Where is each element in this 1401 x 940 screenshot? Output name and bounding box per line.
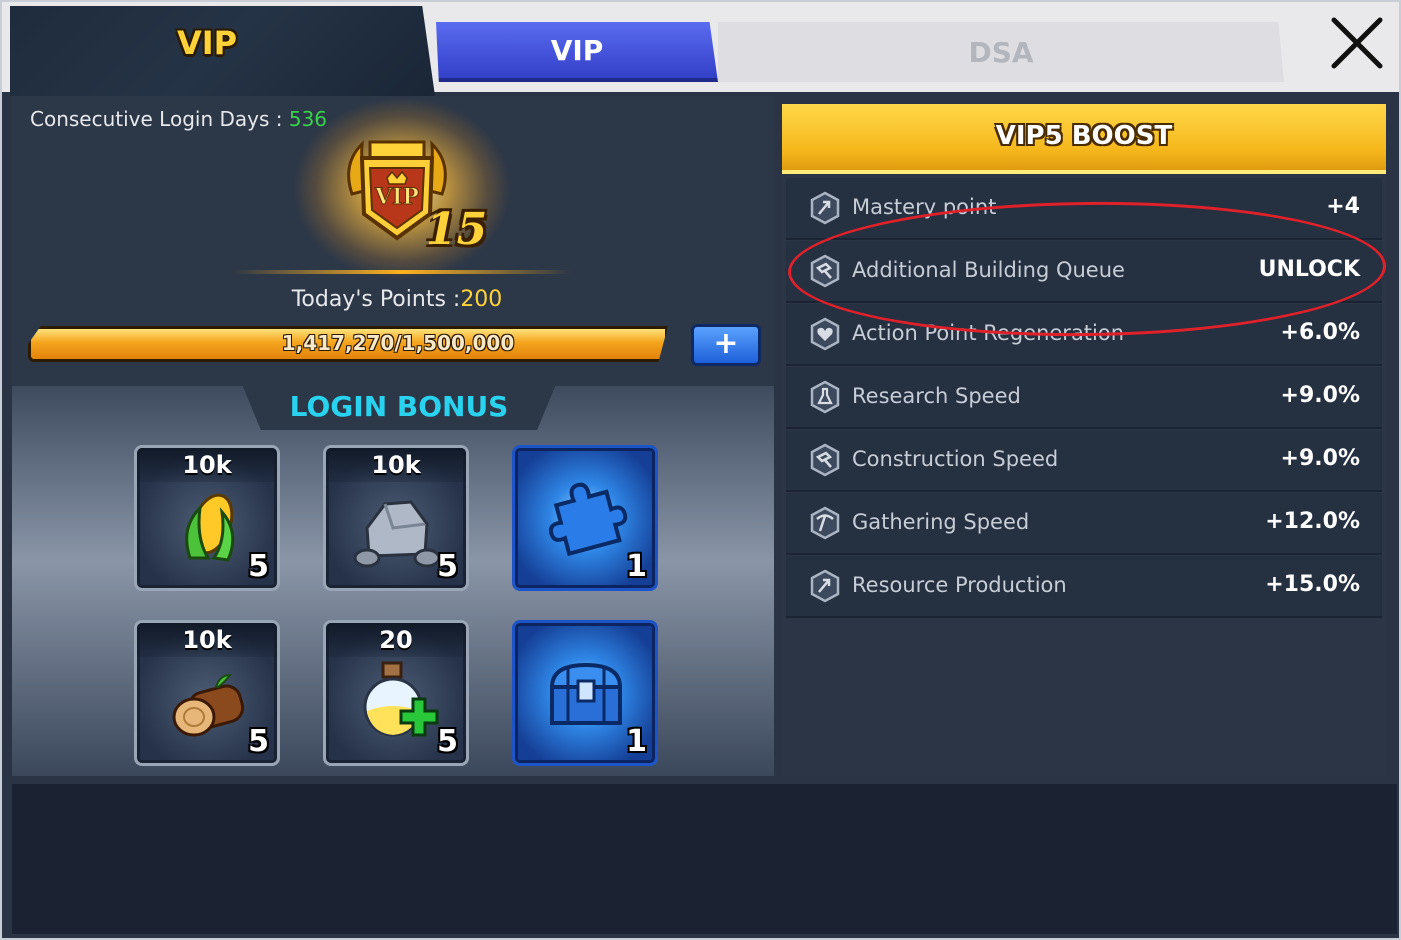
- bonus-item-stone[interactable]: 10k 5: [323, 445, 469, 591]
- boost-label: Resource Production: [852, 573, 1067, 597]
- boost-row-research-speed: Research Speed +9.0%: [786, 367, 1382, 429]
- boost-row-construction-speed: Construction Speed +9.0%: [786, 430, 1382, 492]
- boost-label: Construction Speed: [852, 447, 1059, 471]
- wood-log-icon: [172, 673, 245, 737]
- heart-icon: [810, 317, 840, 351]
- stone-icon: [353, 500, 441, 568]
- vip-level: 15: [426, 204, 488, 255]
- mastery-point-icon: [810, 191, 840, 225]
- todays-points: Today's Points :200: [2, 287, 792, 312]
- close-button[interactable]: [1324, 10, 1390, 76]
- bonus-item-count: 5: [248, 724, 269, 759]
- bonus-item-potion[interactable]: 20 5: [323, 620, 469, 766]
- puzzle-piece-icon: [548, 482, 628, 557]
- tab-dsa[interactable]: DSA: [718, 22, 1284, 82]
- boost-value: +12.0%: [1265, 509, 1360, 534]
- bonus-item-count: 1: [626, 724, 647, 759]
- boost-label: Gathering Speed: [852, 510, 1030, 534]
- svg-text:VIP: VIP: [374, 184, 419, 210]
- resource-icon: [810, 569, 840, 603]
- bonus-item-wood[interactable]: 10k 5: [134, 620, 280, 766]
- tab-vip[interactable]: VIP: [436, 22, 718, 82]
- bottom-bar: [12, 784, 1397, 934]
- bonus-item-count: 5: [437, 549, 458, 584]
- boost-value: +9.0%: [1280, 446, 1360, 471]
- bonus-item-puzzle[interactable]: 1: [512, 445, 658, 591]
- treasure-chest-icon: [549, 662, 623, 725]
- todays-points-value: 200: [460, 287, 503, 312]
- badge-glow-line: [232, 270, 572, 274]
- bonus-item-chest[interactable]: 1: [512, 620, 658, 766]
- todays-points-label: Today's Points :: [291, 287, 461, 312]
- close-icon: [1331, 17, 1383, 69]
- boost-value: +6.0%: [1280, 320, 1360, 345]
- boost-value: +9.0%: [1280, 383, 1360, 408]
- potion-icon: [363, 661, 439, 737]
- boost-value: +4: [1326, 194, 1360, 219]
- bonus-item-count: 1: [626, 549, 647, 584]
- flask-icon: [810, 380, 840, 414]
- boost-row-resource-production: Resource Production +15.0%: [786, 556, 1382, 618]
- pickaxe-icon: [810, 506, 840, 540]
- bonus-item-amount: 20: [326, 623, 466, 657]
- bonus-item-count: 5: [437, 724, 458, 759]
- window-title: VIP: [176, 24, 238, 62]
- bonus-item-amount: 10k: [326, 448, 466, 482]
- bonus-item-amount: 10k: [137, 448, 277, 482]
- boost-title: VIP5 BOOST: [995, 121, 1173, 151]
- bonus-item-corn[interactable]: 10k 5: [134, 445, 280, 591]
- vip-window: VIP VIP DSA Consecutive Login Days : 536…: [0, 0, 1401, 940]
- boost-label: Research Speed: [852, 384, 1021, 408]
- login-days-label: Consecutive Login Days :: [30, 107, 283, 131]
- boost-row-gathering-speed: Gathering Speed +12.0%: [786, 493, 1382, 555]
- login-bonus-title: LOGIN BONUS: [289, 390, 509, 423]
- add-vip-points-button[interactable]: +: [691, 324, 761, 366]
- hammer-icon: [810, 443, 840, 477]
- bonus-item-count: 5: [248, 549, 269, 584]
- bonus-item-amount: 10k: [137, 623, 277, 657]
- vip-badge: VIP 15: [232, 96, 572, 286]
- boost-value: +15.0%: [1265, 572, 1360, 597]
- vip-progress-text: 1,417,270/1,500,000: [281, 331, 515, 355]
- corn-icon: [185, 493, 235, 562]
